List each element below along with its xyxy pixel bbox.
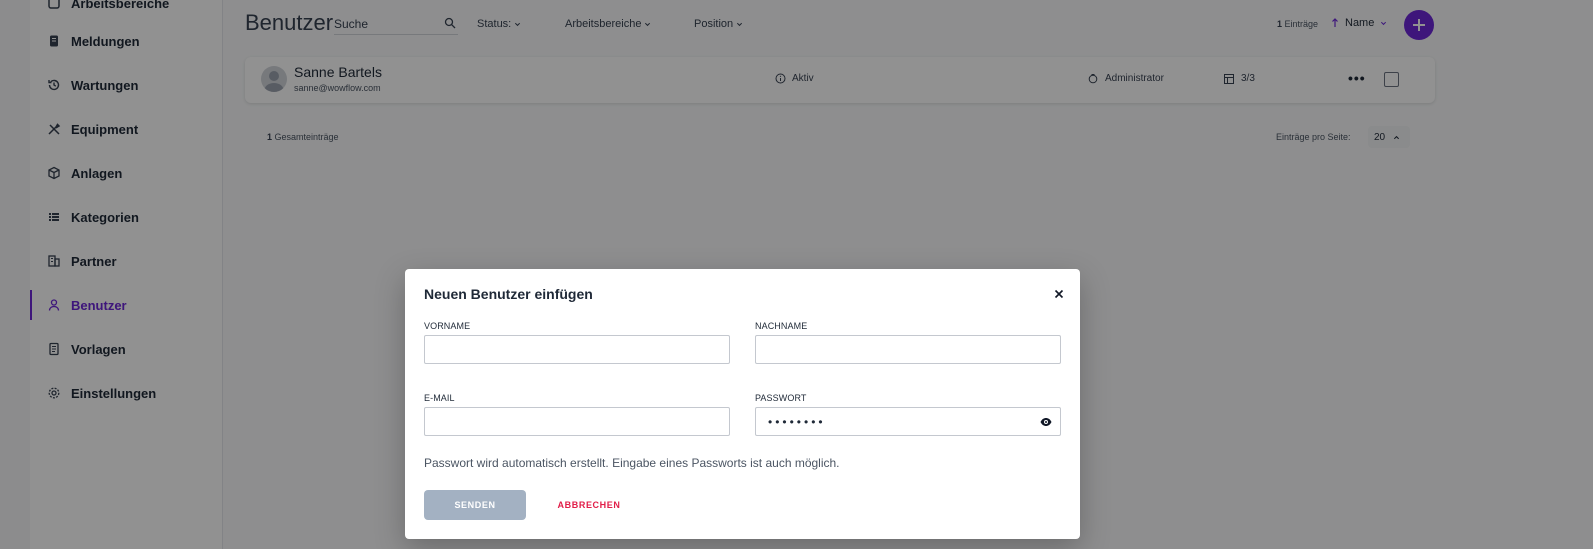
last-name-label: NACHNAME bbox=[755, 321, 808, 331]
email-field[interactable] bbox=[424, 407, 730, 436]
close-icon[interactable] bbox=[1052, 287, 1066, 301]
eye-icon[interactable] bbox=[1040, 417, 1052, 427]
first-name-field[interactable] bbox=[424, 335, 730, 364]
new-user-dialog: Neuen Benutzer einfügen VORNAME NACHNAME… bbox=[405, 269, 1080, 539]
password-value: •••••••• bbox=[768, 415, 826, 429]
email-label: E-MAIL bbox=[424, 393, 455, 403]
password-label: PASSWORT bbox=[755, 393, 807, 403]
password-field[interactable]: •••••••• bbox=[755, 407, 1061, 436]
cancel-button[interactable]: ABBRECHEN bbox=[555, 490, 623, 520]
last-name-field[interactable] bbox=[755, 335, 1061, 364]
dialog-title: Neuen Benutzer einfügen bbox=[424, 286, 593, 302]
password-hint: Passwort wird automatisch erstellt. Eing… bbox=[424, 456, 840, 470]
send-button[interactable]: SENDEN bbox=[424, 490, 526, 520]
first-name-label: VORNAME bbox=[424, 321, 471, 331]
